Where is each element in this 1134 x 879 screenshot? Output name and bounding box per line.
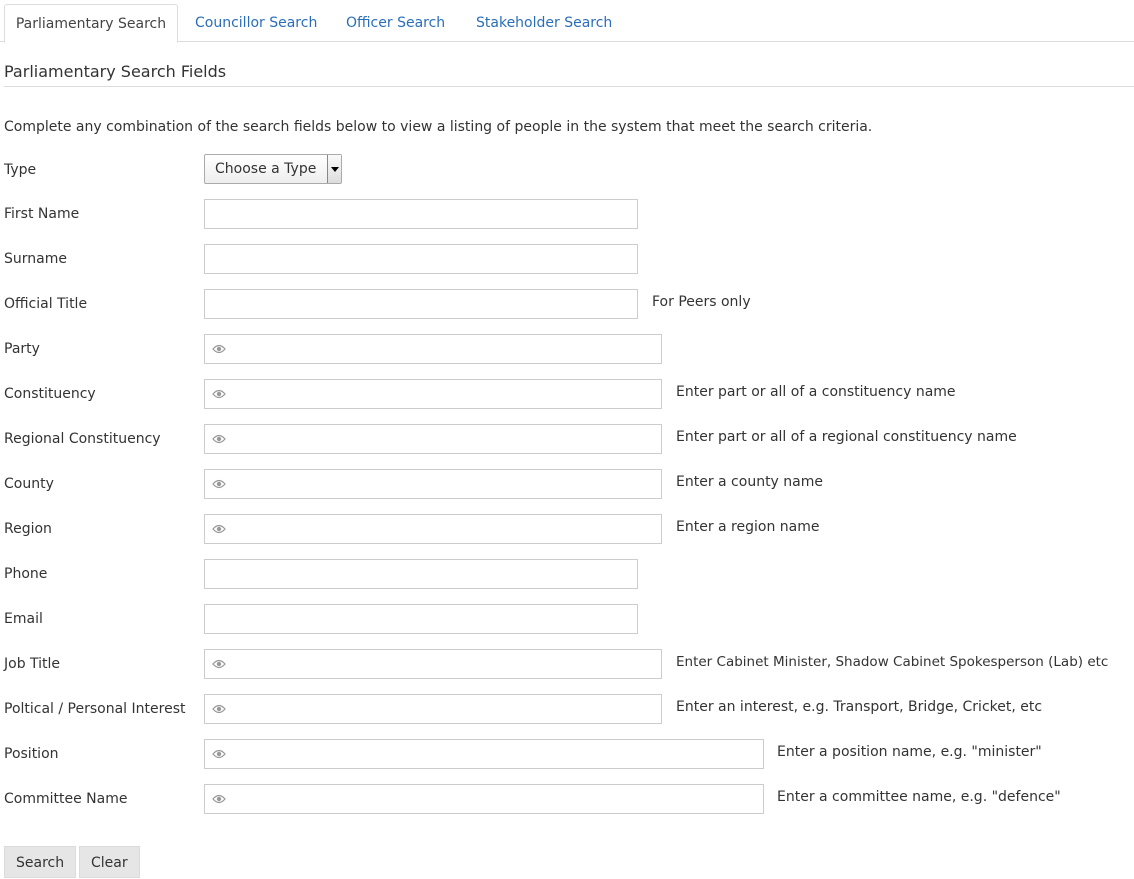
clear-button[interactable]: Clear bbox=[79, 846, 140, 878]
county-label: County bbox=[4, 476, 54, 492]
position-help: Enter a position name, e.g. "minister" bbox=[777, 744, 1042, 760]
select-arrow-button[interactable] bbox=[327, 155, 341, 183]
official-title-input[interactable] bbox=[204, 289, 638, 319]
first-name-label: First Name bbox=[4, 206, 80, 222]
row-first-name: First Name bbox=[0, 199, 1134, 231]
official-title-help: For Peers only bbox=[652, 294, 751, 310]
party-input[interactable] bbox=[204, 334, 662, 364]
constituency-input[interactable] bbox=[204, 379, 662, 409]
region-help: Enter a region name bbox=[676, 519, 820, 535]
interest-help: Enter an interest, e.g. Transport, Bridg… bbox=[676, 699, 1043, 715]
tab-parliamentary-search[interactable]: Parliamentary Search bbox=[4, 4, 178, 43]
row-type: Type Choose a Type bbox=[0, 154, 1134, 186]
row-interest: Poltical / Personal Interest Enter an in… bbox=[0, 694, 1134, 726]
phone-input[interactable] bbox=[204, 559, 638, 589]
row-county: County Enter a county name bbox=[0, 469, 1134, 501]
row-official-title: Official Title For Peers only bbox=[0, 289, 1134, 321]
region-input[interactable] bbox=[204, 514, 662, 544]
surname-label: Surname bbox=[4, 251, 67, 267]
constituency-label: Constituency bbox=[4, 386, 96, 402]
email-input[interactable] bbox=[204, 604, 638, 634]
county-input[interactable] bbox=[204, 469, 662, 499]
row-email: Email bbox=[0, 604, 1134, 636]
surname-input[interactable] bbox=[204, 244, 638, 274]
interest-label: Poltical / Personal Interest bbox=[4, 701, 186, 717]
job-title-input[interactable] bbox=[204, 649, 662, 679]
job-title-help: Enter Cabinet Minister, Shadow Cabinet S… bbox=[676, 654, 1109, 670]
type-label: Type bbox=[4, 162, 37, 178]
chevron-down-icon bbox=[331, 167, 339, 172]
type-select[interactable]: Choose a Type bbox=[204, 154, 342, 184]
party-label: Party bbox=[4, 341, 40, 357]
position-label: Position bbox=[4, 746, 59, 762]
section-title: Parliamentary Search Fields bbox=[4, 62, 227, 81]
intro-text: Complete any combination of the search f… bbox=[4, 119, 873, 135]
job-title-label: Job Title bbox=[4, 656, 61, 672]
county-help: Enter a county name bbox=[676, 474, 823, 490]
row-position: Position Enter a position name, e.g. "mi… bbox=[0, 739, 1134, 771]
tab-officer-search[interactable]: Officer Search bbox=[346, 4, 445, 41]
type-selected-value: Choose a Type bbox=[215, 161, 317, 177]
tab-stakeholder-search[interactable]: Stakeholder Search bbox=[476, 4, 612, 41]
regional-constituency-input[interactable] bbox=[204, 424, 662, 454]
row-phone: Phone bbox=[0, 559, 1134, 591]
section-divider bbox=[4, 86, 1134, 87]
row-constituency: Constituency Enter part or all of a cons… bbox=[0, 379, 1134, 411]
row-regional-constituency: Regional Constituency Enter part or all … bbox=[0, 424, 1134, 456]
committee-name-label: Committee Name bbox=[4, 791, 128, 807]
row-surname: Surname bbox=[0, 244, 1134, 276]
row-region: Region Enter a region name bbox=[0, 514, 1134, 546]
committee-name-help: Enter a committee name, e.g. "defence" bbox=[777, 789, 1061, 805]
region-label: Region bbox=[4, 521, 52, 537]
search-button[interactable]: Search bbox=[4, 846, 77, 878]
phone-label: Phone bbox=[4, 566, 48, 582]
tab-councillor-search[interactable]: Councillor Search bbox=[195, 4, 317, 41]
email-label: Email bbox=[4, 611, 43, 627]
first-name-input[interactable] bbox=[204, 199, 638, 229]
interest-input[interactable] bbox=[204, 694, 662, 724]
official-title-label: Official Title bbox=[4, 296, 88, 312]
regional-constituency-help: Enter part or all of a regional constitu… bbox=[676, 429, 1017, 445]
search-tabs: Parliamentary Search Councillor Search O… bbox=[0, 0, 1134, 43]
row-party: Party bbox=[0, 334, 1134, 366]
row-committee-name: Committee Name Enter a committee name, e… bbox=[0, 784, 1134, 816]
constituency-help: Enter part or all of a constituency name bbox=[676, 384, 956, 400]
row-job-title: Job Title Enter Cabinet Minister, Shadow… bbox=[0, 649, 1134, 681]
committee-name-input[interactable] bbox=[204, 784, 764, 814]
regional-constituency-label: Regional Constituency bbox=[4, 431, 161, 447]
position-input[interactable] bbox=[204, 739, 764, 769]
